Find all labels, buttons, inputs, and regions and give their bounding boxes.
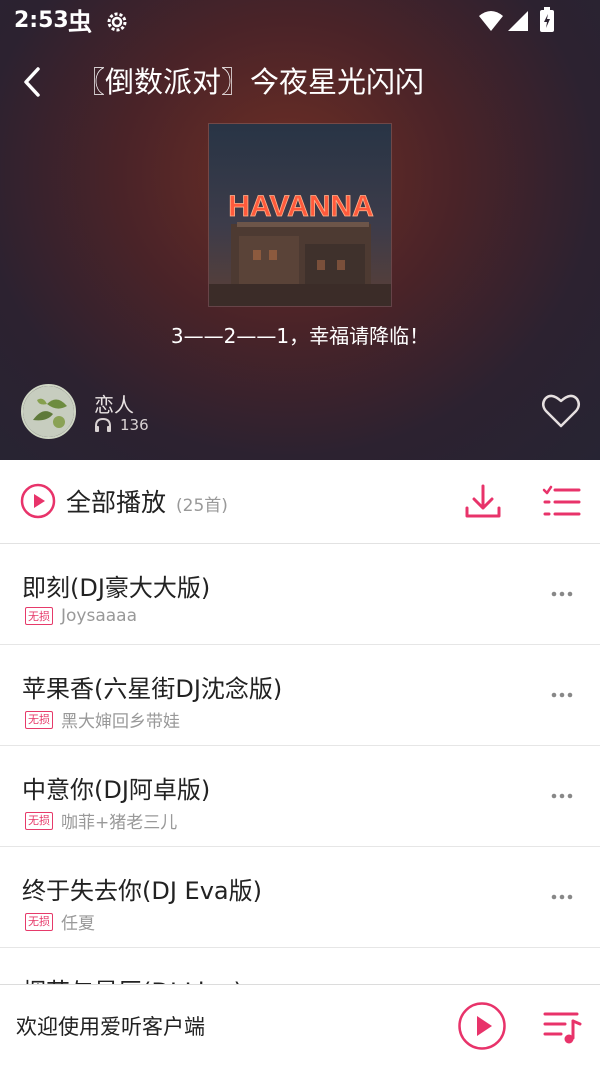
song-artist: 任夏 <box>61 914 95 934</box>
lossless-badge: 无损 <box>25 607 53 625</box>
song-row[interactable]: 中意你(DJ阿卓版) 无损 咖菲+猪老三儿 <box>0 746 600 847</box>
play-all-bar: 全部播放 (25首) <box>0 460 600 544</box>
song-list: 即刻(DJ豪大大版) 无损 Joysaaaa 苹果香(六星街DJ沈念版) 无损 … <box>0 544 600 984</box>
more-dots-icon <box>551 894 573 900</box>
avatar[interactable] <box>21 384 76 439</box>
play-circle-icon <box>20 483 56 519</box>
owner-name[interactable]: 恋人 <box>94 389 134 418</box>
lossless-badge: 无损 <box>25 811 53 830</box>
more-options-button[interactable] <box>546 885 578 909</box>
chevron-left-icon <box>24 67 40 97</box>
mini-player[interactable]: 欢迎使用爱听客户端 <box>0 984 600 1066</box>
playlist-title: 〖倒数派对〗今夜星光闪闪 <box>76 65 425 99</box>
battery-icon <box>539 7 555 37</box>
song-title: 终于失去你(DJ Eva版) <box>22 877 262 905</box>
back-button[interactable] <box>12 62 52 102</box>
play-count-value: 136 <box>120 416 149 434</box>
favorite-button[interactable] <box>540 391 582 431</box>
song-meta: 无损 黑大婶回乡带娃 <box>25 707 180 732</box>
more-dots-icon <box>551 793 573 799</box>
list-check-icon <box>542 485 581 516</box>
song-row[interactable]: 终于失去你(DJ Eva版) 无损 任夏 <box>0 847 600 948</box>
download-button[interactable] <box>463 482 503 522</box>
more-options-button[interactable] <box>546 784 578 808</box>
lossless-badge: 无损 <box>25 710 53 729</box>
download-icon <box>465 484 501 518</box>
svg-text:虫: 虫 <box>68 8 92 34</box>
playlist-header: 2:53 虫 〖倒数派对〗今夜星光闪闪 HAVANNA 3——2——1，幸福请降… <box>0 0 600 460</box>
playlist-cover[interactable]: HAVANNA <box>208 123 392 307</box>
more-options-button[interactable] <box>546 683 578 707</box>
play-count: 136 <box>94 416 149 434</box>
playlist-description: 3——2——1，幸福请降临！ <box>170 324 430 348</box>
multi-select-button[interactable] <box>541 482 583 522</box>
now-playing-text: 欢迎使用爱听客户端 <box>16 1015 205 1039</box>
status-time: 2:53 <box>14 8 69 33</box>
song-meta: 无损 咖菲+猪老三儿 <box>25 808 177 833</box>
play-all-label: 全部播放 <box>66 488 167 517</box>
mini-play-button[interactable] <box>457 1001 507 1051</box>
queue-music-icon <box>543 1012 582 1044</box>
song-title: 中意你(DJ阿卓版) <box>22 776 211 804</box>
song-artist: Joysaaaa <box>61 606 138 626</box>
song-meta: 无损 任夏 <box>25 909 95 934</box>
more-dots-icon <box>551 692 573 698</box>
status-bar: 2:53 虫 <box>0 0 600 42</box>
more-dots-icon <box>551 591 573 597</box>
lossless-badge: 无损 <box>25 912 53 931</box>
wifi-icon <box>478 10 504 36</box>
song-count: (25首) <box>176 495 228 516</box>
cover-sign-text: HAVANNA <box>228 190 374 223</box>
headphones-icon <box>95 417 111 432</box>
song-artist: 咖菲+猪老三儿 <box>61 813 178 833</box>
song-row[interactable]: 苹果香(六星街DJ沈念版) 无损 黑大婶回乡带娃 <box>0 645 600 746</box>
song-artist: 黑大婶回乡带娃 <box>61 712 180 732</box>
song-title: 即刻(DJ豪大大版) <box>22 574 211 602</box>
heart-icon <box>542 394 580 428</box>
play-all-button[interactable]: 全部播放 (25首) <box>20 483 228 519</box>
song-meta: 无损 Joysaaaa <box>25 606 137 626</box>
song-title: 苹果香(六星街DJ沈念版) <box>22 675 283 703</box>
playlist-queue-button[interactable] <box>541 1007 583 1047</box>
signal-icon <box>506 10 530 36</box>
play-circle-icon <box>458 1002 506 1050</box>
song-row[interactable]: 即刻(DJ豪大大版) 无损 Joysaaaa <box>0 544 600 645</box>
settings-icon <box>105 10 129 38</box>
bug-icon: 虫 <box>66 8 94 38</box>
more-options-button[interactable] <box>546 582 578 606</box>
song-title: 烟花与星辰(DJ Live) <box>22 972 243 984</box>
song-row[interactable]: 烟花与星辰(DJ Live) 无损 <box>0 948 600 984</box>
